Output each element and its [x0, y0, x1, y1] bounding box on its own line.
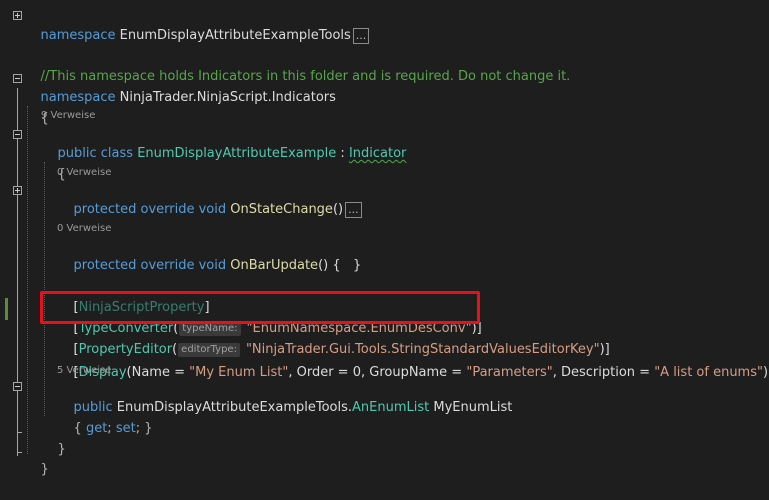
code-line[interactable]: }	[24, 440, 49, 477]
expand-icon[interactable]	[13, 11, 22, 20]
codelens-references[interactable]: 9 Verweise	[41, 109, 95, 123]
indent-guide	[27, 106, 28, 454]
code-line[interactable]: { get; set; }	[57, 399, 153, 436]
method-body: () { }	[318, 258, 362, 273]
attribute-args: , Description =	[552, 365, 655, 380]
class-name: EnumDisplayAttributeExample	[133, 146, 337, 161]
method-name: OnBarUpdate	[226, 258, 319, 273]
punctuation: ()	[332, 202, 344, 217]
keyword: set	[115, 421, 136, 436]
code-line[interactable]: protected override void OnBarUpdate() { …	[57, 236, 362, 273]
code-line[interactable]: {	[24, 89, 49, 126]
change-indicator	[5, 298, 8, 320]
outline-tick	[17, 452, 22, 453]
expand-icon[interactable]	[13, 186, 22, 195]
codelens-references[interactable]: 5 Verweise	[57, 364, 111, 378]
property-name: MyEnumList	[429, 400, 513, 415]
punctuation: ;	[107, 421, 116, 436]
code-line[interactable]: [Display(Name = "My Enum List", Order = …	[57, 343, 769, 380]
code-line[interactable]: {	[41, 145, 66, 182]
collapsed-region-marker[interactable]: ...	[352, 28, 370, 44]
punctuation: )]	[762, 365, 769, 380]
punctuation: ; }	[135, 421, 153, 436]
keyword: protected override void	[73, 258, 227, 273]
keyword: protected override void	[73, 202, 227, 217]
codelens-references[interactable]: 0 Verweise	[57, 222, 111, 236]
code-line[interactable]: //This namespace holds Indicators in thi…	[24, 47, 571, 84]
highlight-annotation-box	[40, 291, 480, 324]
code-line[interactable]: }	[41, 420, 66, 457]
keyword: namespace	[40, 28, 116, 43]
string-literal: "A list of enums"	[654, 365, 763, 380]
code-line[interactable]: public class EnumDisplayAttributeExample…	[41, 124, 407, 161]
method-name: OnStateChange	[226, 202, 333, 217]
namespace-name: EnumDisplayAttributeExampleTools	[115, 28, 351, 43]
outline-tick	[17, 432, 22, 433]
punctuation: :	[336, 146, 349, 161]
base-class: Indicator	[348, 146, 407, 161]
code-line[interactable]: namespace EnumDisplayAttributeExampleToo…	[24, 6, 370, 44]
collapse-icon[interactable]	[13, 130, 22, 139]
keyword: get	[85, 421, 108, 436]
code-line[interactable]: public EnumDisplayAttributeExampleTools.…	[57, 378, 513, 415]
collapsed-region-marker[interactable]: ...	[345, 202, 362, 218]
keyword: public class	[57, 146, 134, 161]
collapse-icon[interactable]	[13, 382, 22, 391]
code-line[interactable]: protected override void OnStateChange().…	[57, 180, 362, 218]
brace: }	[40, 462, 49, 477]
code-editor[interactable]: namespace EnumDisplayAttributeExampleToo…	[0, 0, 769, 477]
brace: {	[73, 421, 86, 436]
collapse-icon[interactable]	[13, 74, 22, 83]
brace: }	[57, 442, 66, 457]
keyword: namespace	[40, 90, 116, 105]
codelens-references[interactable]: 0 Verweise	[57, 166, 111, 180]
code-line[interactable]: namespace NinjaTrader.NinjaScript.Indica…	[24, 68, 336, 105]
namespace-name: NinjaTrader.NinjaScript.Indicators	[115, 90, 336, 105]
type-name: AnEnumList	[352, 400, 430, 415]
